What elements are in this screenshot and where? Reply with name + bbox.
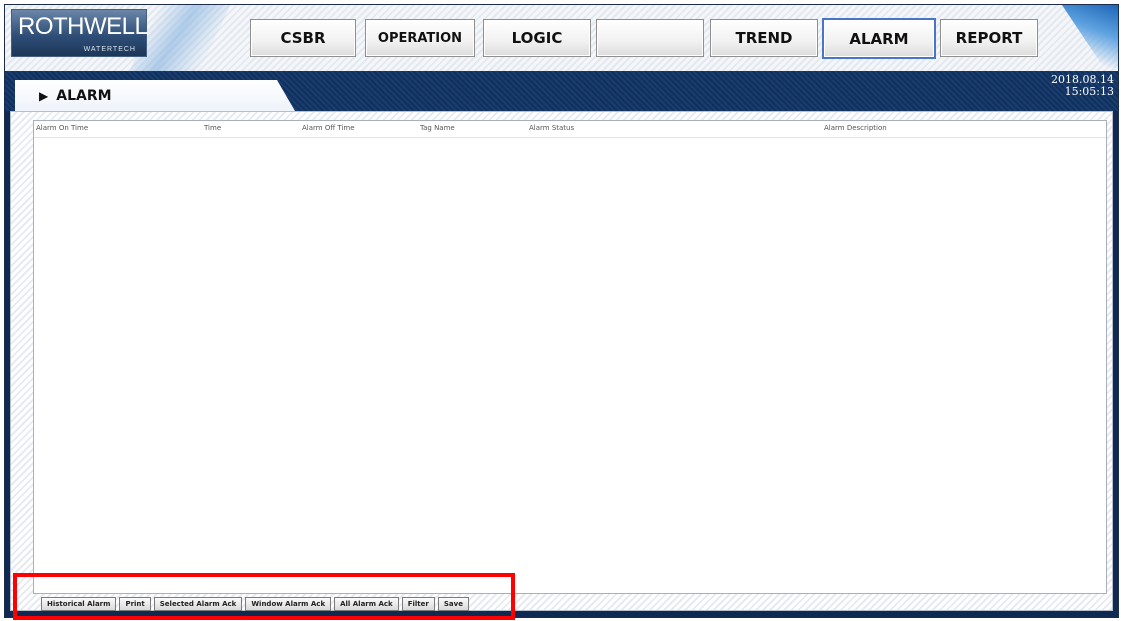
selected-alarm-ack-button[interactable]: Selected Alarm Ack — [153, 597, 243, 611]
logo-subtext: WATERTECH — [83, 46, 136, 53]
alarm-table[interactable]: Alarm On Time Time Alarm Off Time Tag Na… — [33, 120, 1107, 594]
title-bar: ▶ ALARM 2018.08.14 15:05:13 — [5, 71, 1118, 111]
hmi-window: ROTHWELL WATERTECH CSBR OPERATION LOGIC … — [4, 4, 1119, 618]
page-title-tab: ▶ ALARM — [15, 80, 295, 111]
all-alarm-ack-button[interactable]: All Alarm Ack — [334, 597, 399, 611]
header-decoration-right — [1062, 5, 1118, 71]
nav-csbr-button[interactable]: CSBR — [250, 19, 356, 57]
column-header-tag-name[interactable]: Tag Name — [420, 124, 455, 132]
nav-report-button[interactable]: REPORT — [940, 19, 1038, 57]
filter-button[interactable]: Filter — [401, 597, 435, 611]
nav-blank-button[interactable] — [596, 19, 704, 57]
save-button[interactable]: Save — [437, 597, 469, 611]
alarm-table-header: Alarm On Time Time Alarm Off Time Tag Na… — [34, 121, 1106, 138]
nav-logic-button[interactable]: LOGIC — [483, 19, 591, 57]
historical-alarm-button[interactable]: Historical Alarm — [41, 597, 117, 611]
clock-display: 2018.08.14 15:05:13 — [1051, 74, 1114, 98]
time-text: 15:05:13 — [1064, 85, 1114, 98]
play-arrow-icon: ▶ — [39, 88, 49, 103]
nav-trend-button[interactable]: TREND — [710, 19, 818, 57]
content-area: Alarm On Time Time Alarm Off Time Tag Na… — [10, 111, 1113, 611]
column-header-alarm-status[interactable]: Alarm Status — [529, 124, 574, 132]
column-header-time[interactable]: Time — [204, 124, 221, 132]
column-header-alarm-on-time[interactable]: Alarm On Time — [36, 124, 88, 132]
page-title: ALARM — [56, 87, 112, 104]
nav-operation-button[interactable]: OPERATION — [365, 19, 475, 57]
company-logo: ROTHWELL WATERTECH — [11, 9, 148, 57]
logo-text: ROTHWELL — [18, 13, 148, 40]
nav-alarm-button[interactable]: ALARM — [822, 18, 936, 59]
header-bar: ROTHWELL WATERTECH CSBR OPERATION LOGIC … — [5, 5, 1118, 72]
alarm-action-toolbar: Historical Alarm Print Selected Alarm Ac… — [41, 597, 472, 611]
window-alarm-ack-button[interactable]: Window Alarm Ack — [245, 597, 332, 611]
column-header-alarm-description[interactable]: Alarm Description — [824, 124, 887, 132]
print-button[interactable]: Print — [119, 597, 151, 611]
column-header-alarm-off-time[interactable]: Alarm Off Time — [302, 124, 355, 132]
